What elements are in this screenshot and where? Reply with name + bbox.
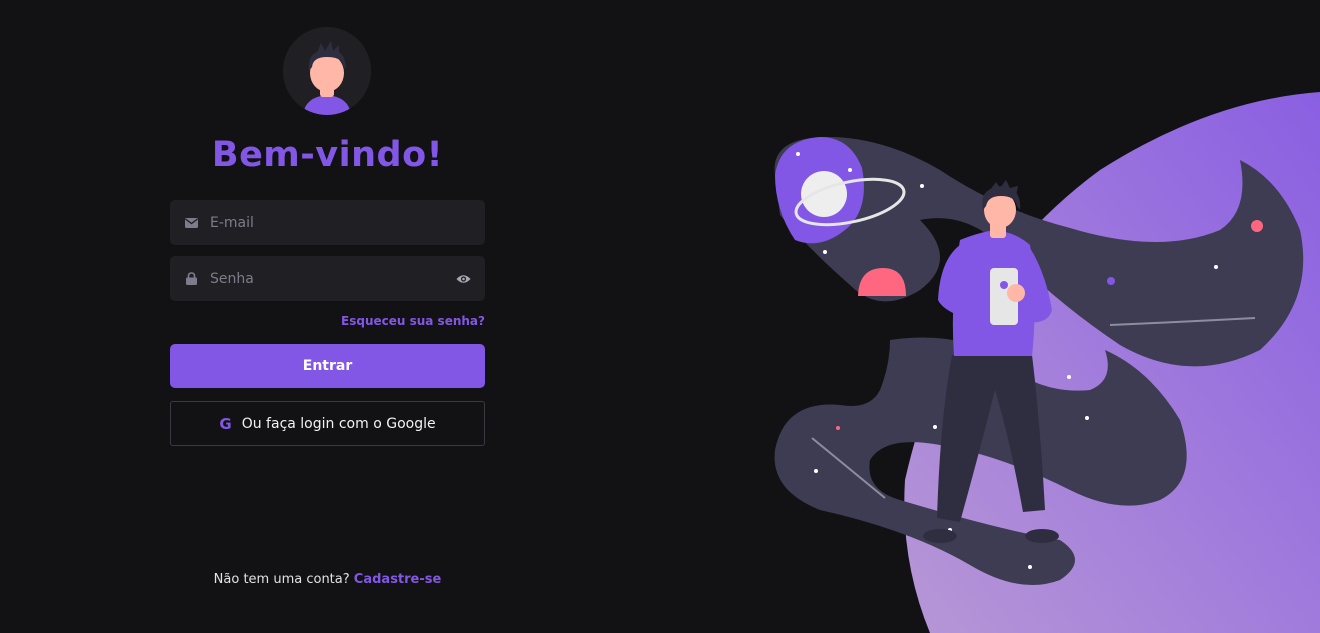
space-illustration <box>740 60 1320 633</box>
google-icon: G <box>219 414 232 433</box>
password-input[interactable] <box>210 270 455 287</box>
astronaut-illustration <box>774 92 1320 633</box>
signup-prompt-text: Não tem uma conta? <box>213 572 350 587</box>
google-login-label: Ou faça login com o Google <box>241 415 436 432</box>
email-input[interactable] <box>210 214 471 231</box>
login-page: Bem-vindo! Esqueceu sua senha? <box>0 0 1320 633</box>
signup-prompt: Não tem uma conta? Cadastre-se <box>170 572 485 587</box>
page-title: Bem-vindo! <box>211 135 444 175</box>
lock-icon <box>184 272 198 286</box>
user-avatar-icon <box>283 27 371 115</box>
password-field[interactable] <box>170 256 485 301</box>
signup-link[interactable]: Cadastre-se <box>354 572 442 587</box>
login-button[interactable]: Entrar <box>170 344 485 388</box>
eye-icon[interactable] <box>455 271 471 287</box>
avatar <box>283 27 371 115</box>
forgot-password-link[interactable]: Esqueceu sua senha? <box>170 314 485 328</box>
envelope-icon <box>184 216 198 230</box>
google-login-button[interactable]: G Ou faça login com o Google <box>170 401 485 446</box>
email-field[interactable] <box>170 200 485 245</box>
